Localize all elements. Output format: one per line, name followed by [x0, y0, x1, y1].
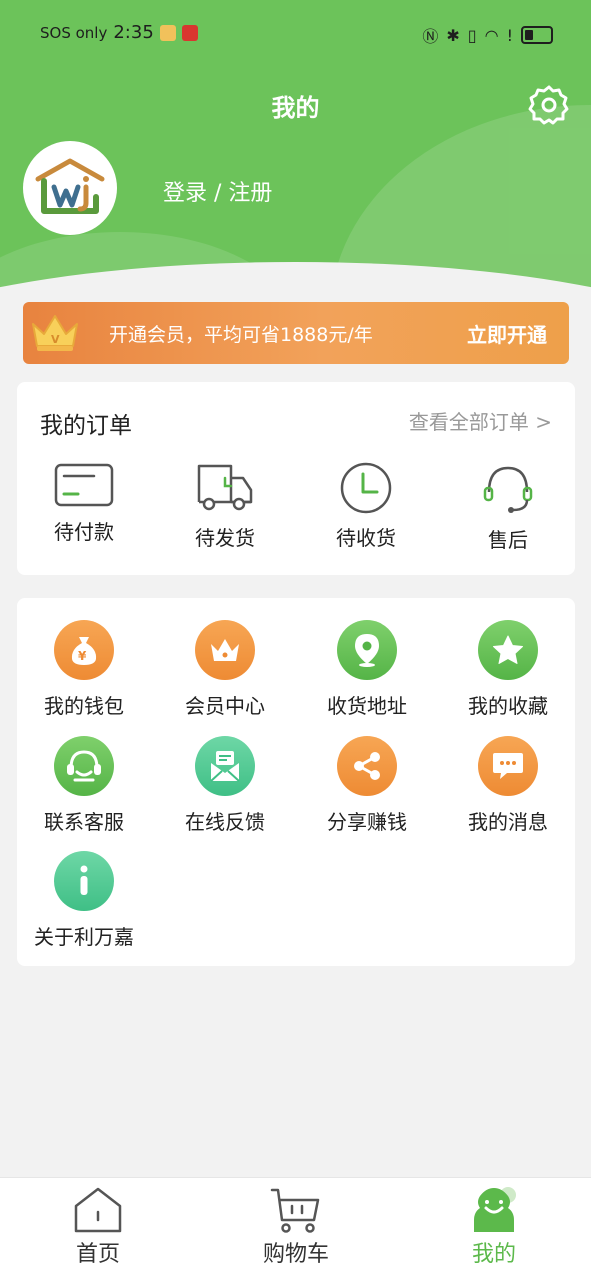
headset-icon [483, 466, 533, 513]
tool-label: 我的收藏 [468, 694, 548, 718]
location-pin-icon [355, 634, 379, 667]
svg-text:V: V [51, 333, 60, 346]
nfc-icon: Ⓝ [422, 27, 439, 46]
nav-label: 我的 [471, 1242, 516, 1267]
card-icon [54, 463, 114, 507]
order-status-label: 售后 [488, 528, 528, 552]
avatar[interactable] [23, 141, 117, 235]
my-orders-card: 我的订单 查看全部订单 > 待付款 待发货 待收货 售后 [17, 382, 575, 575]
order-after-sales[interactable]: 售后 [438, 462, 578, 553]
tool-label: 我的钱包 [44, 694, 124, 718]
open-vip-button[interactable]: 立即开通 [467, 319, 547, 348]
vibrate-icon: ▯ [467, 25, 477, 45]
cart-icon [270, 1188, 320, 1233]
clock: 2:35 [113, 22, 154, 43]
gear-icon[interactable] [528, 84, 570, 126]
battery-icon [521, 26, 553, 44]
tool-label: 会员中心 [185, 694, 265, 718]
order-status-label: 待发货 [195, 526, 255, 550]
tool-member-center[interactable]: 会员中心 [155, 620, 295, 719]
profile-icon [474, 1187, 516, 1232]
vip-promo-text: 开通会员，平均可省1888元/年 [109, 324, 373, 346]
truck-icon [197, 464, 253, 511]
nav-profile[interactable]: 我的 [424, 1186, 564, 1268]
customer-service-icon [67, 750, 101, 782]
order-pending-payment[interactable]: 待付款 [14, 462, 154, 545]
tool-about[interactable]: 关于利万嘉 [14, 851, 154, 950]
tool-wallet[interactable]: ¥ 我的钱包 [14, 620, 154, 719]
share-icon [354, 752, 380, 780]
tool-favorites[interactable]: 我的收藏 [438, 620, 578, 719]
notification-icon [159, 24, 176, 41]
crown-icon [211, 639, 239, 661]
tool-customer-service[interactable]: 联系客服 [14, 736, 154, 835]
status-bar: SOS only 2:35 Ⓝ ✱ ▯ ◠ ! [0, 18, 591, 48]
notification-icon [181, 24, 198, 41]
tool-label: 在线反馈 [185, 810, 265, 834]
alert-icon: ! [506, 25, 513, 45]
nav-cart[interactable]: 购物车 [226, 1186, 366, 1268]
tool-address[interactable]: 收货地址 [297, 620, 437, 719]
wifi-icon: ◠ [484, 25, 499, 45]
tool-label: 收货地址 [327, 694, 407, 718]
tool-label: 分享赚钱 [327, 810, 407, 834]
order-status-label: 待付款 [54, 520, 114, 544]
vip-banner[interactable]: V 开通会员，平均可省1888元/年 立即开通 [23, 302, 569, 364]
crown-icon: V [32, 315, 78, 351]
login-register-link[interactable]: 登录 / 注册 [163, 175, 272, 207]
liwanjia-logo [35, 158, 105, 214]
carrier-text: SOS only [40, 23, 108, 42]
nav-label: 首页 [75, 1242, 120, 1267]
clock-icon [340, 462, 392, 514]
tool-label: 联系客服 [44, 810, 124, 834]
money-bag-icon: ¥ [71, 637, 97, 665]
order-pending-shipment[interactable]: 待发货 [155, 462, 295, 551]
tool-label: 关于利万嘉 [34, 925, 134, 949]
view-all-orders-link[interactable]: 查看全部订单 > [409, 406, 552, 435]
feedback-mail-icon [210, 751, 240, 782]
tool-feedback[interactable]: 在线反馈 [155, 736, 295, 835]
order-status-label: 待收货 [336, 526, 396, 550]
order-pending-receipt[interactable]: 待收货 [296, 462, 436, 551]
tool-label: 我的消息 [468, 810, 548, 834]
services-card: ¥ 我的钱包 会员中心 收货地址 我的收藏 联系客服 在线反馈 分享赚钱 我的消… [17, 598, 575, 966]
tool-share-earn[interactable]: 分享赚钱 [297, 736, 437, 835]
bluetooth-icon: ✱ [446, 25, 460, 45]
nav-label: 购物车 [262, 1242, 329, 1267]
svg-text:¥: ¥ [78, 649, 87, 663]
tool-messages[interactable]: 我的消息 [438, 736, 578, 835]
nav-home[interactable]: 首页 [28, 1186, 168, 1268]
home-icon [74, 1187, 122, 1233]
star-icon [493, 635, 523, 664]
message-icon [493, 753, 523, 779]
page-title: 我的 [271, 94, 320, 122]
bottom-navigation: 首页 购物车 我的 [0, 1177, 591, 1281]
orders-title: 我的订单 [40, 413, 132, 439]
profile-header: SOS only 2:35 Ⓝ ✱ ▯ ◠ ! 我的 登录 / 注册 [0, 0, 591, 292]
info-icon [80, 865, 88, 895]
